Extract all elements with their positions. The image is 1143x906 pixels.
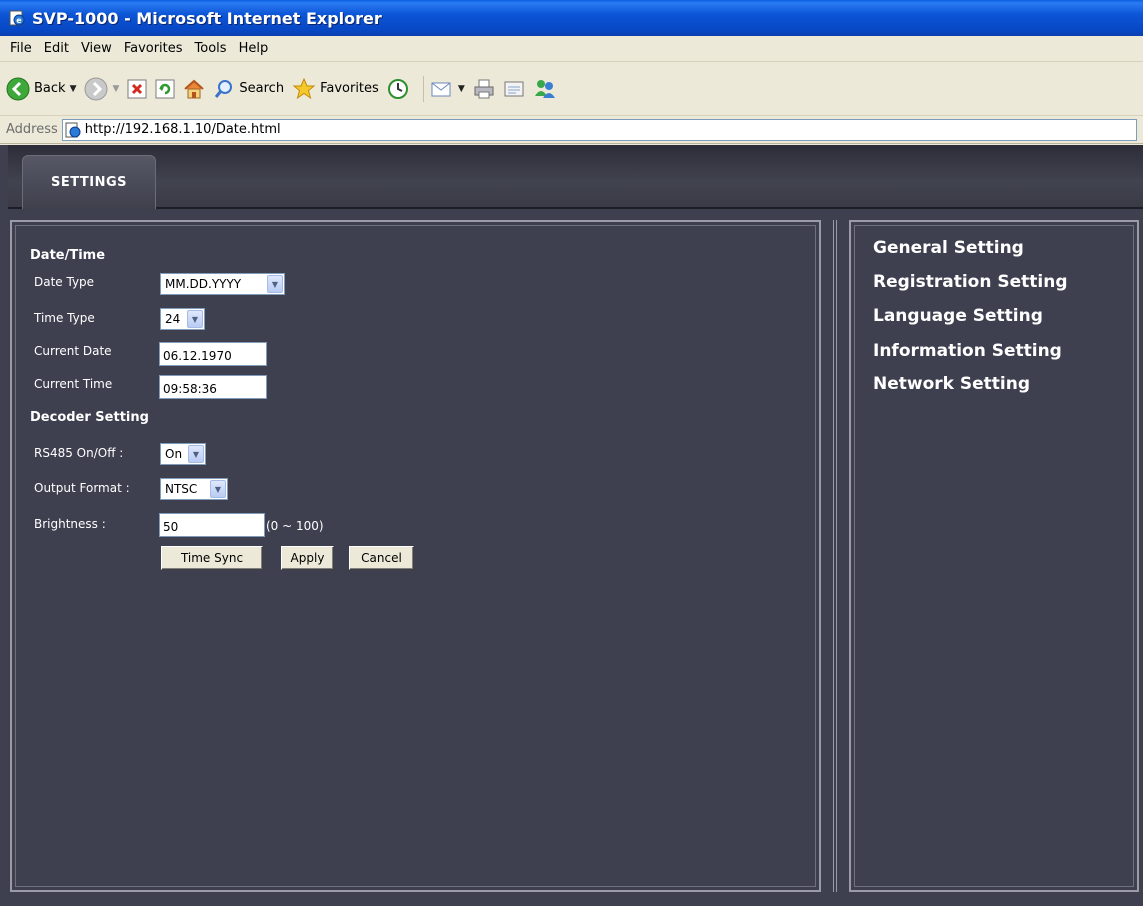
history-button[interactable] <box>387 78 409 100</box>
address-bar: Address http://192.168.1.10/Date.html <box>0 116 1143 144</box>
edit-icon <box>504 81 524 96</box>
refresh-button[interactable] <box>155 79 175 99</box>
settings-form-panel <box>10 220 821 892</box>
menu-help[interactable]: Help <box>233 41 275 56</box>
stop-button[interactable] <box>127 79 147 99</box>
window-titlebar: e SVP-1000 - Microsoft Internet Explorer <box>0 0 1143 36</box>
menu-bar: File Edit View Favorites Tools Help <box>0 36 1143 62</box>
home-button[interactable] <box>183 78 205 100</box>
forward-button[interactable]: ▼ <box>84 77 119 101</box>
window-title: SVP-1000 - Microsoft Internet Explorer <box>32 8 382 28</box>
mail-dropdown-icon[interactable]: ▼ <box>458 84 465 94</box>
nav-registration-setting[interactable]: Registration Setting <box>873 272 1068 292</box>
ie-page-icon: e <box>8 9 26 27</box>
edit-button[interactable] <box>503 78 525 100</box>
page-icon <box>65 122 81 137</box>
datetime-section-title: Date/Time <box>30 248 106 263</box>
svg-text:e: e <box>16 16 22 25</box>
back-label: Back <box>34 81 66 96</box>
current-date-input[interactable] <box>159 342 267 366</box>
messenger-button[interactable] <box>533 78 557 100</box>
apply-button[interactable]: Apply <box>281 546 334 570</box>
current-date-label: Current Date <box>34 344 112 358</box>
address-input[interactable]: http://192.168.1.10/Date.html <box>61 118 1137 141</box>
current-time-input[interactable] <box>159 375 267 399</box>
rs485-select[interactable]: On ▼ <box>160 443 206 465</box>
nav-general-setting[interactable]: General Setting <box>873 238 1024 258</box>
menu-file[interactable]: File <box>4 41 38 56</box>
output-format-select[interactable]: NTSC ▼ <box>160 478 228 500</box>
back-arrow-icon <box>6 77 30 100</box>
time-sync-button[interactable]: Time Sync <box>161 546 263 570</box>
rs485-value: On <box>165 447 183 461</box>
mail-icon <box>431 82 451 96</box>
print-icon <box>474 79 494 98</box>
home-icon <box>184 79 205 98</box>
time-type-label: Time Type <box>34 311 95 325</box>
toolbar-separator <box>422 75 424 102</box>
menu-favorites[interactable]: Favorites <box>118 41 189 56</box>
favorites-button[interactable]: Favorites <box>292 77 379 101</box>
brightness-input[interactable] <box>159 513 265 537</box>
history-icon <box>387 78 408 99</box>
browser-toolbar: Back ▼ ▼ Search Favorites ▼ <box>0 62 1143 116</box>
address-url: http://192.168.1.10/Date.html <box>84 122 281 137</box>
current-time-label: Current Time <box>34 377 113 391</box>
messenger-icon <box>534 79 555 98</box>
star-icon <box>292 77 316 99</box>
settings-form-panel-inner <box>15 225 816 887</box>
output-format-value: NTSC <box>165 482 198 496</box>
panel-divider <box>833 220 837 892</box>
mail-button[interactable]: ▼ <box>430 79 465 99</box>
chevron-down-icon: ▼ <box>267 275 283 293</box>
forward-dropdown-icon[interactable]: ▼ <box>112 84 119 94</box>
menu-view[interactable]: View <box>75 41 118 56</box>
print-button[interactable] <box>473 78 495 100</box>
cancel-button[interactable]: Cancel <box>349 546 414 570</box>
decoder-section-title: Decoder Setting <box>30 410 149 425</box>
forward-arrow-icon <box>84 77 108 100</box>
back-button[interactable]: Back ▼ <box>6 77 76 101</box>
search-button[interactable]: Search <box>213 78 284 100</box>
search-icon <box>215 79 233 98</box>
tab-settings[interactable]: SETTINGS <box>22 155 156 209</box>
back-dropdown-icon[interactable]: ▼ <box>70 84 77 94</box>
nav-network-setting[interactable]: Network Setting <box>873 374 1030 394</box>
chevron-down-icon: ▼ <box>187 310 203 328</box>
brightness-label: Brightness : <box>34 517 106 531</box>
favorites-label: Favorites <box>320 81 379 96</box>
chevron-down-icon: ▼ <box>188 445 204 463</box>
stop-icon <box>127 79 147 98</box>
time-type-value: 24 <box>165 312 181 326</box>
tab-strip: SETTINGS <box>8 145 1143 209</box>
date-type-select[interactable]: MM.DD.YYYY ▼ <box>160 273 285 295</box>
nav-information-setting[interactable]: Information Setting <box>873 341 1062 361</box>
address-label: Address <box>6 122 58 137</box>
rs485-label: RS485 On/Off : <box>34 446 124 460</box>
nav-language-setting[interactable]: Language Setting <box>873 306 1043 326</box>
date-type-label: Date Type <box>34 275 95 289</box>
menu-tools[interactable]: Tools <box>189 41 233 56</box>
search-label: Search <box>239 81 285 96</box>
refresh-icon <box>155 79 175 98</box>
menu-edit[interactable]: Edit <box>38 41 75 56</box>
output-format-label: Output Format : <box>34 481 130 495</box>
time-type-select[interactable]: 24 ▼ <box>160 308 205 330</box>
chevron-down-icon: ▼ <box>210 480 226 498</box>
brightness-range-hint: (0 ~ 100) <box>266 519 324 533</box>
date-type-value: MM.DD.YYYY <box>165 277 242 291</box>
